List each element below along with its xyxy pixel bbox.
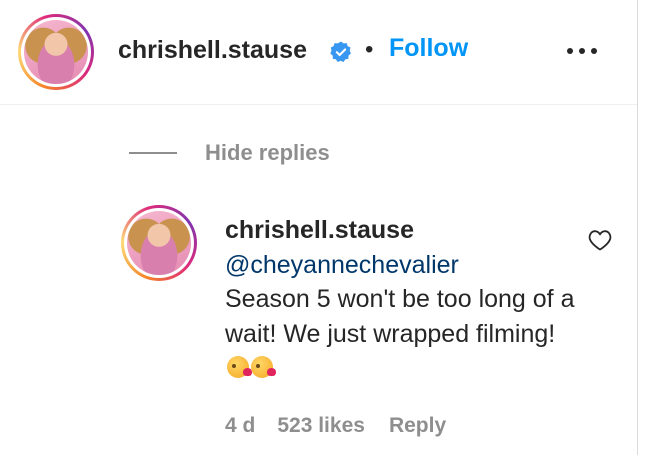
- follow-button[interactable]: Follow: [389, 34, 468, 63]
- hide-replies-button[interactable]: Hide replies: [205, 140, 330, 166]
- comment-text: Season 5 won't be too long of a wait! We…: [225, 285, 575, 348]
- author-username[interactable]: chrishell.stause: [118, 36, 307, 65]
- comment-meta: 4 d 523 likes Reply: [225, 414, 446, 438]
- comment-time: 4 d: [225, 414, 256, 437]
- more-dot: [567, 48, 573, 54]
- avatar-gap: [21, 17, 91, 87]
- comment-mention[interactable]: @cheyannechevalier: [225, 251, 459, 279]
- kiss-emoji-icon: [227, 356, 252, 378]
- avatar-image: [24, 20, 88, 84]
- post-header: chrishell.stause • Follow: [0, 0, 637, 105]
- more-options-icon[interactable]: [567, 44, 597, 58]
- avatar-image: [127, 211, 191, 275]
- comment-body: chrishell.stause @cheyannechevalier Seas…: [225, 213, 585, 386]
- comment-username[interactable]: chrishell.stause: [225, 213, 585, 248]
- avatar-gap: [124, 208, 194, 278]
- kiss-emoji-icon: [251, 356, 276, 378]
- more-dot: [579, 48, 585, 54]
- reply-avatar[interactable]: [121, 205, 197, 281]
- more-dot: [591, 48, 597, 54]
- header-separator: •: [365, 36, 374, 63]
- like-heart-icon[interactable]: [588, 229, 612, 251]
- reply-button[interactable]: Reply: [389, 414, 446, 438]
- author-avatar[interactable]: [18, 14, 94, 90]
- replies-line: [129, 152, 177, 154]
- comment-likes[interactable]: 523 likes: [277, 414, 365, 438]
- verified-badge-icon: [330, 41, 351, 62]
- panel-divider: [637, 0, 638, 455]
